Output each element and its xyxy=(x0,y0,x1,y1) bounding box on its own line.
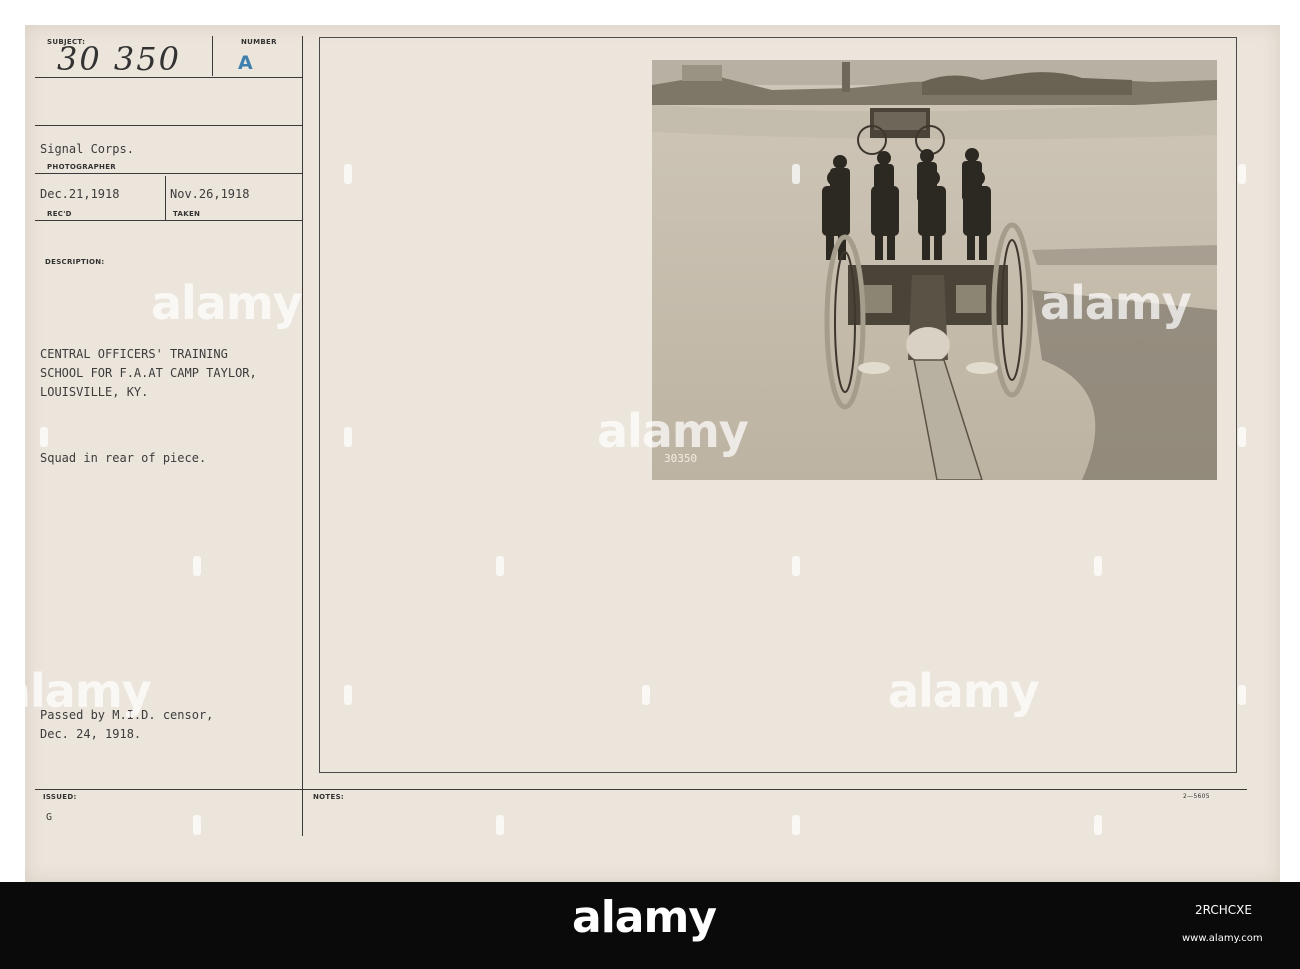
dates-rule xyxy=(35,220,302,221)
watermark-dot xyxy=(496,556,504,576)
left-column-divider xyxy=(302,36,303,836)
footer-image-id: 2RCHCXE xyxy=(1195,903,1252,917)
number-label: NUMBER xyxy=(241,38,277,46)
issued-rule xyxy=(35,789,302,790)
number-stamp: A xyxy=(238,52,253,74)
taken-value: Nov.26,1918 xyxy=(170,187,250,201)
notes-rule xyxy=(302,789,1247,790)
description-line-1: CENTRAL OFFICERS' TRAINING xyxy=(40,347,228,361)
photographer-label: PHOTOGRAPHER xyxy=(47,163,116,171)
issued-value: G xyxy=(46,812,53,823)
watermark-2: alamy xyxy=(597,404,749,458)
watermark-dot xyxy=(642,685,650,705)
watermark-dot xyxy=(1238,164,1246,184)
watermark-3: alamy xyxy=(1040,276,1192,330)
watermark-dot xyxy=(1238,427,1246,447)
received-label: REC'D xyxy=(47,210,72,218)
watermark-1: alamy xyxy=(151,276,303,330)
watermark-dot xyxy=(1094,556,1102,576)
watermark-dot xyxy=(1094,815,1102,835)
footer-brand: alamy xyxy=(572,892,717,943)
photographer-value: Signal Corps. xyxy=(40,142,134,156)
subject-number-divider xyxy=(212,36,213,76)
footer-site[interactable]: www.alamy.com xyxy=(1182,933,1263,944)
photo-caption: Squad in rear of piece. xyxy=(40,451,207,465)
watermark-5: alamy xyxy=(888,664,1040,718)
dates-divider xyxy=(165,176,166,220)
issued-label: ISSUED: xyxy=(43,793,77,801)
watermark-dot xyxy=(496,815,504,835)
photographer-rule xyxy=(35,173,302,174)
watermark-dot xyxy=(193,815,201,835)
watermark-4: alamy xyxy=(0,664,152,718)
description-line-3: LOUISVILLE, KY. xyxy=(40,385,149,399)
watermark-dot xyxy=(344,427,352,447)
watermark-dot xyxy=(40,427,48,447)
watermark-dot xyxy=(1238,685,1246,705)
watermark-dot xyxy=(344,685,352,705)
taken-label: TAKEN xyxy=(173,210,201,218)
watermark-dot xyxy=(193,556,201,576)
photographer-top-rule xyxy=(35,125,302,126)
censor-line-2: Dec. 24, 1918. xyxy=(40,727,142,741)
watermark-dot xyxy=(792,164,800,184)
watermark-dot xyxy=(792,556,800,576)
subject-number: 30 350 xyxy=(57,40,181,78)
notes-label: NOTES: xyxy=(313,793,345,801)
description-label: DESCRIPTION: xyxy=(45,258,105,266)
watermark-dot xyxy=(344,164,352,184)
form-number: 2—5605 xyxy=(1183,793,1210,800)
description-line-2: SCHOOL FOR F.A.AT CAMP TAYLOR, xyxy=(40,366,257,380)
received-value: Dec.21,1918 xyxy=(40,187,120,201)
watermark-dot xyxy=(792,815,800,835)
